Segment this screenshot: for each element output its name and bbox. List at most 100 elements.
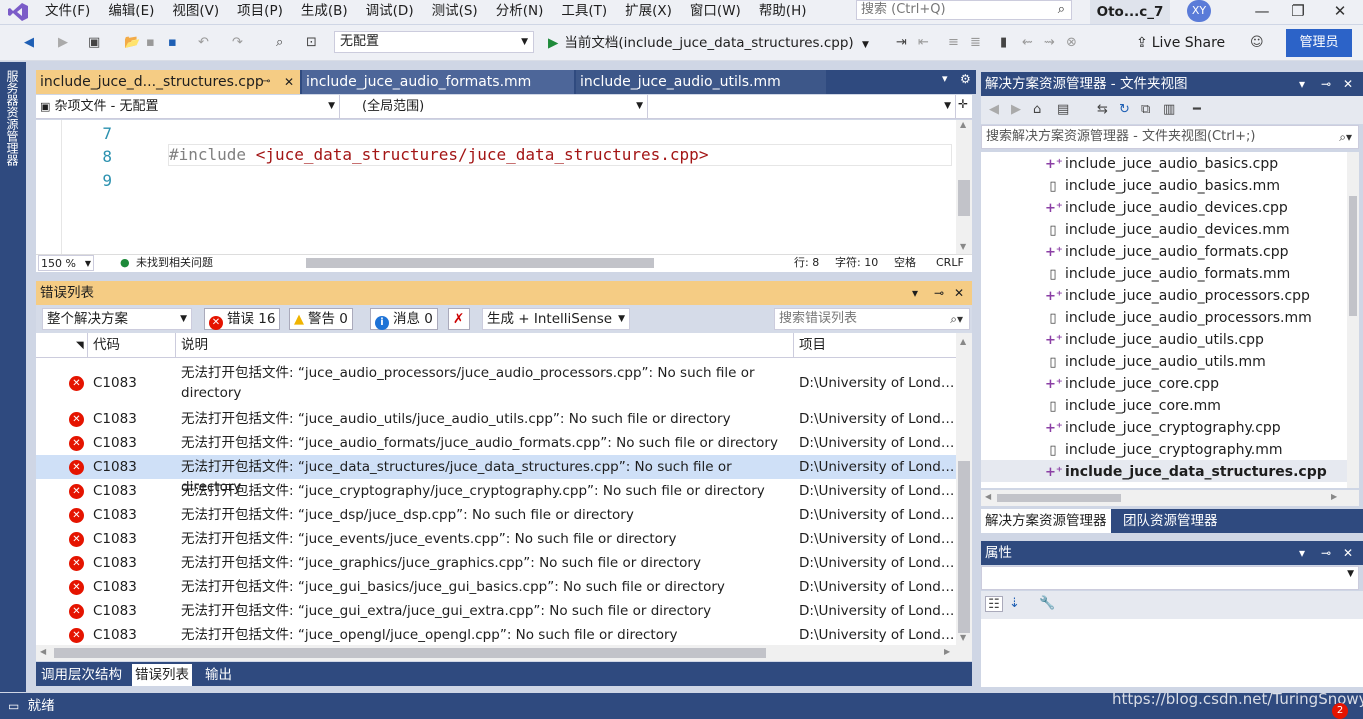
clear-bookmarks-icon[interactable]: ⊗ [1066, 35, 1077, 51]
column-header-project[interactable]: 项目 [799, 333, 826, 358]
file-tree-item[interactable]: +⁺ include_juce_cryptography.cpp [1045, 417, 1281, 439]
error-search-input[interactable]: 搜索错误列表 ⌕▾ [774, 308, 970, 330]
error-row[interactable]: ✕ C1083 无法打开包括文件: “juce_audio_utils/juce_a… [36, 407, 956, 431]
close-icon[interactable]: ✕ [1343, 72, 1353, 96]
open-file-icon[interactable]: 📂 [124, 35, 140, 51]
file-tree-item[interactable]: +⁺ include_juce_data_structures.cpp [1045, 461, 1327, 483]
back-icon[interactable]: ◀ [989, 102, 999, 118]
menu-item[interactable]: 编辑(E) [99, 0, 163, 24]
scroll-thumb[interactable] [1349, 196, 1357, 316]
warnings-filter-button[interactable]: ▲ 警告 0 [289, 308, 353, 330]
visual-studio-logo-icon[interactable] [0, 0, 36, 24]
menu-item[interactable]: 项目(P) [228, 0, 292, 24]
pin-icon[interactable]: ⊸ [262, 70, 270, 94]
uncomment-icon[interactable]: ≣ [970, 35, 981, 51]
feedback-icon[interactable]: ☺ [1250, 35, 1264, 51]
code-editor[interactable]: 7 8 9 #include <juce_data_structures/juc… [36, 120, 972, 254]
file-tree-item[interactable]: +⁺ include_juce_audio_formats.cpp [1045, 241, 1289, 263]
find-icon[interactable]: ⌕ [276, 35, 283, 51]
wrench-icon[interactable]: 🔧 [1039, 596, 1055, 612]
close-icon[interactable]: ✕ [1343, 541, 1353, 565]
type-scope-select[interactable]: (全局范围) ▼ [342, 95, 648, 118]
chevron-down-icon[interactable]: ▾ [1299, 541, 1305, 565]
split-icon[interactable]: ✛ [958, 97, 968, 111]
scroll-down-icon[interactable]: ▼ [960, 633, 966, 642]
scroll-up-icon[interactable]: ▲ [960, 337, 966, 346]
column-header-description[interactable]: 说明 [181, 333, 208, 358]
tab-call-hierarchy[interactable]: 调用层次结构 [38, 664, 125, 686]
error-row[interactable]: ✕ C1083 无法打开包括文件: “juce_data_structures/ju… [36, 455, 956, 495]
file-tree-item[interactable]: ▯ include_juce_core.mm [1045, 395, 1220, 417]
new-project-icon[interactable]: ▣ [88, 35, 100, 51]
error-row[interactable]: ✕ C1083 无法打开包括文件: “juce_cryptography/juce_… [36, 479, 956, 503]
editor-vertical-scrollbar[interactable]: ▲ ▼ [956, 120, 972, 254]
tab-overflow-icon[interactable]: ▾ [942, 72, 948, 85]
menu-item[interactable]: 视图(V) [163, 0, 228, 24]
run-button[interactable]: ▶ 当前文档(include_juce_data_structures.cpp) … [548, 33, 869, 53]
avatar[interactable]: XY [1187, 0, 1211, 22]
error-row[interactable]: ✕ C1083 无法打开包括文件: “juce_graphics/juce_grap… [36, 551, 956, 575]
error-scope-select[interactable]: 整个解决方案 ▼ [42, 308, 192, 330]
file-tree-item[interactable]: ▯ include_juce_cryptography.mm [1045, 439, 1282, 461]
alphabetical-icon[interactable]: ⇣ [1009, 596, 1020, 612]
sync-icon[interactable]: ⇆ [1097, 102, 1108, 118]
back-icon[interactable]: ◀ [24, 35, 34, 51]
close-icon[interactable]: ✕ [954, 281, 964, 305]
bookmark-icon[interactable]: ▮ [1000, 35, 1007, 51]
scroll-thumb[interactable] [958, 180, 970, 216]
menu-item[interactable]: 扩展(X) [616, 0, 681, 24]
restore-icon[interactable]: ❐ [1278, 0, 1318, 24]
error-row[interactable]: ✕ C1083 无法打开包括文件: “juce_audio_formats/juce… [36, 431, 956, 455]
doc-tab-data-structures[interactable]: include_juce_d..._structures.cpp ⊸ ✕ [36, 70, 300, 94]
error-row[interactable]: ✕ C1083 无法打开包括文件: “juce_gui_basics/juce_gu… [36, 575, 956, 599]
solution-search-input[interactable]: 搜索解决方案资源管理器 - 文件夹视图(Ctrl+;) ⌕▾ [981, 125, 1359, 149]
chevron-down-icon[interactable]: ▼ [862, 40, 869, 50]
scroll-left-icon[interactable]: ◀ [40, 647, 46, 656]
minimize-icon[interactable]: — [1242, 0, 1282, 24]
menu-item[interactable]: 窗口(W) [681, 0, 750, 24]
next-bookmark-icon[interactable]: ⇝ [1044, 35, 1055, 51]
file-tree-item[interactable]: +⁺ include_juce_audio_processors.cpp [1045, 285, 1310, 307]
zoom-select[interactable]: 150 % ▼ [38, 255, 94, 271]
tab-error-list[interactable]: 错误列表 [132, 664, 192, 686]
screenshot-icon[interactable]: ⊡ [306, 35, 317, 51]
solution-tree-horizontal-scrollbar[interactable]: ◀ ▶ [981, 490, 1359, 506]
file-tree-item[interactable]: +⁺ include_juce_audio_utils.cpp [1045, 329, 1264, 351]
member-scope-select[interactable]: ▼ [650, 95, 956, 118]
pin-icon[interactable]: ⊸ [1321, 72, 1331, 96]
file-tree-item[interactable]: +⁺ include_juce_audio_basics.cpp [1045, 153, 1278, 175]
gear-icon[interactable]: ⚙ [960, 72, 971, 86]
scroll-right-icon[interactable]: ▶ [1331, 492, 1337, 501]
project-scope-select[interactable]: ▣ 杂项文件 - 无配置 ▼ [36, 95, 340, 118]
sort-icon[interactable]: ◥ [76, 333, 84, 358]
chevron-down-icon[interactable]: ▾ [912, 281, 918, 305]
quick-search-input[interactable]: 搜索 (Ctrl+Q) ⌕ [856, 0, 1072, 20]
error-list-vertical-scrollbar[interactable]: ▲ ▼ [956, 333, 972, 645]
current-code-line[interactable]: #include <juce_data_structures/juce_data… [168, 144, 952, 166]
forward-icon[interactable]: ▶ [1011, 102, 1021, 118]
error-list-horizontal-scrollbar[interactable]: ◀ ▶ [36, 645, 972, 661]
menu-item[interactable]: 工具(T) [552, 0, 616, 24]
file-tree-item[interactable]: ▯ include_juce_audio_devices.mm [1045, 219, 1289, 241]
scroll-thumb[interactable] [958, 461, 970, 633]
error-row[interactable]: ✕ C1083 无法打开包括文件: “juce_audio_processors/j… [36, 359, 956, 407]
scroll-up-icon[interactable]: ▲ [960, 120, 966, 129]
prev-bookmark-icon[interactable]: ⇜ [1022, 35, 1033, 51]
forward-icon[interactable]: ▶ [58, 35, 68, 51]
doc-tab-audio-utils[interactable]: include_juce_audio_utils.mm [576, 70, 826, 94]
scroll-thumb[interactable] [997, 494, 1121, 502]
file-tree-item[interactable]: ▯ include_juce_audio_formats.mm [1045, 263, 1290, 285]
column-header-code[interactable]: 代码 [93, 333, 120, 358]
redo-icon[interactable]: ↷ [232, 35, 243, 51]
home-icon[interactable]: ⌂ [1033, 102, 1041, 118]
menu-item[interactable]: 调试(D) [357, 0, 423, 24]
switch-views-icon[interactable]: ▤ [1057, 102, 1069, 118]
file-tree-item[interactable]: +⁺ include_juce_core.cpp [1045, 373, 1219, 395]
editor-horizontal-scroll-thumb[interactable] [306, 258, 654, 268]
outdent-icon[interactable]: ⇤ [918, 35, 929, 51]
close-icon[interactable]: ✕ [1320, 0, 1360, 24]
categorized-icon[interactable]: ☷ [985, 596, 1003, 612]
properties-icon[interactable]: ━ [1193, 102, 1201, 118]
scroll-thumb[interactable] [54, 648, 766, 658]
error-row[interactable]: ✕ C1083 无法打开包括文件: “juce_dsp/juce_dsp.cpp”:… [36, 503, 956, 527]
